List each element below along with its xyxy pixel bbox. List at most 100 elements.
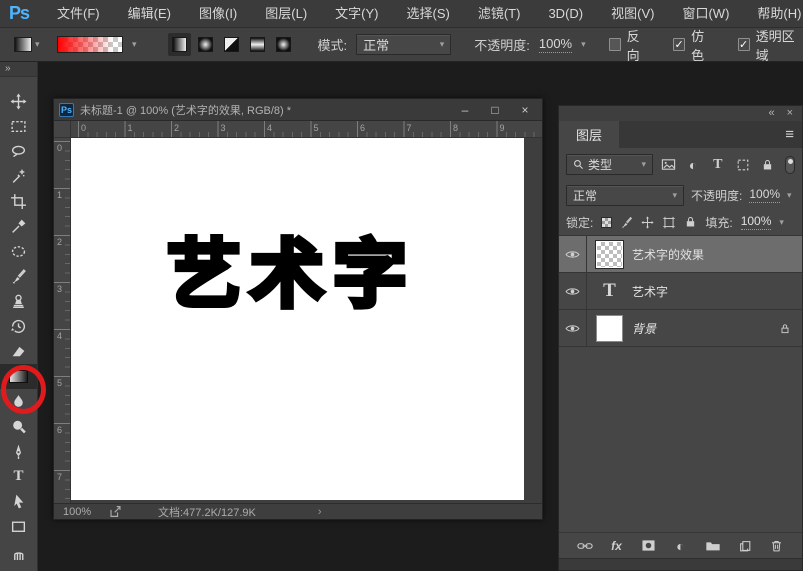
close-button[interactable]: ×: [513, 100, 537, 120]
spot-healing-brush-tool[interactable]: [0, 239, 37, 264]
delete-layer-icon[interactable]: [768, 537, 786, 555]
layers-empty-area[interactable]: [559, 347, 802, 532]
menu-item[interactable]: 视图(V): [597, 0, 668, 27]
opacity-value[interactable]: 100%: [539, 36, 572, 53]
document-title-bar[interactable]: Ps 未标题-1 @ 100% (艺术字的效果, RGB/8) * – □ ×: [54, 99, 542, 121]
rectangle-tool[interactable]: [0, 514, 37, 539]
blur-tool[interactable]: [0, 389, 37, 414]
menu-item[interactable]: 图像(I): [185, 0, 251, 27]
brush-tool[interactable]: [0, 264, 37, 289]
hand-tool[interactable]: [0, 539, 37, 564]
reverse-checkbox[interactable]: ✓: [609, 38, 621, 51]
filter-type-layers-icon[interactable]: T: [708, 155, 727, 175]
layer-thumbnail-type[interactable]: T: [596, 278, 623, 305]
menu-item[interactable]: 滤镜(T): [464, 0, 535, 27]
filter-smart-object-icon[interactable]: [758, 155, 777, 175]
filter-toggle-switch[interactable]: [785, 156, 795, 174]
new-group-icon[interactable]: [704, 537, 722, 555]
menu-item[interactable]: 文件(F): [43, 0, 114, 27]
layer-row-background[interactable]: 背景: [559, 310, 802, 347]
magic-wand-tool[interactable]: [0, 164, 37, 189]
new-layer-icon[interactable]: [736, 537, 754, 555]
diamond-gradient-button[interactable]: [272, 33, 295, 56]
chevron-down-icon[interactable]: ▾: [581, 40, 586, 49]
menu-item[interactable]: 图层(L): [251, 0, 321, 27]
layer-name[interactable]: 艺术字: [632, 283, 668, 300]
adjustment-layer-icon[interactable]: ◐: [672, 537, 690, 555]
chevron-down-icon[interactable]: ▾: [787, 191, 792, 200]
eraser-tool[interactable]: [0, 339, 37, 364]
gradient-preview[interactable]: [57, 36, 123, 53]
maximize-button[interactable]: □: [483, 100, 507, 120]
move-tool[interactable]: [0, 89, 37, 114]
lock-artboard-icon[interactable]: [662, 216, 676, 229]
horizontal-ruler[interactable]: 0123456789: [71, 121, 542, 138]
visibility-toggle[interactable]: [559, 273, 587, 309]
panel-close-icon[interactable]: ×: [787, 108, 793, 119]
blend-mode-select[interactable]: 正常 ▾: [356, 34, 451, 55]
layer-blend-mode-select[interactable]: 正常 ▾: [566, 185, 684, 206]
filter-pixel-layers-icon[interactable]: [659, 155, 678, 175]
visibility-toggle[interactable]: [559, 236, 587, 272]
lock-pixels-icon[interactable]: [620, 216, 633, 229]
ruler-origin-corner[interactable]: [54, 121, 71, 138]
angle-gradient-button[interactable]: [220, 33, 243, 56]
chevron-down-icon[interactable]: ▾: [779, 218, 784, 227]
fill-value[interactable]: 100%: [741, 214, 772, 230]
lock-all-icon[interactable]: [684, 215, 697, 229]
tab-layers[interactable]: 图层: [559, 121, 619, 148]
status-expand-arrow[interactable]: ›: [318, 506, 322, 518]
layer-name[interactable]: 背景: [632, 320, 656, 337]
rectangle-icon: [10, 518, 27, 535]
eyedropper-tool[interactable]: [0, 214, 37, 239]
layer-opacity-value[interactable]: 100%: [749, 187, 780, 203]
pen-tool[interactable]: [0, 439, 37, 464]
visibility-toggle[interactable]: [559, 310, 587, 346]
dodge-tool[interactable]: [0, 414, 37, 439]
radial-gradient-button[interactable]: [194, 33, 217, 56]
link-layers-icon[interactable]: [576, 537, 594, 555]
layer-row-art-effect[interactable]: 艺术字的效果: [559, 236, 802, 273]
toolbar-collapse-button[interactable]: »: [0, 62, 37, 77]
panel-menu-icon[interactable]: ≡: [785, 121, 802, 148]
clone-stamp-tool[interactable]: [0, 289, 37, 314]
export-icon[interactable]: [109, 505, 122, 518]
gradient-tool[interactable]: [0, 364, 37, 389]
layer-thumbnail[interactable]: [596, 241, 623, 268]
path-selection-tool[interactable]: [0, 489, 37, 514]
crop-tool[interactable]: [0, 189, 37, 214]
filter-adjustment-layers-icon[interactable]: ◐: [684, 155, 703, 175]
linear-gradient-button[interactable]: [168, 33, 191, 56]
layer-thumbnail[interactable]: [596, 315, 623, 342]
menu-item[interactable]: 3D(D): [534, 0, 597, 27]
menu-item[interactable]: 选择(S): [393, 0, 464, 27]
lasso-tool[interactable]: [0, 139, 37, 164]
lock-transparency-icon[interactable]: [601, 217, 612, 228]
layer-row-text[interactable]: T 艺术字: [559, 273, 802, 310]
transparency-checkbox[interactable]: ✓: [738, 38, 750, 51]
layer-style-icon[interactable]: fx: [608, 537, 626, 555]
panel-collapse-icon[interactable]: «: [768, 108, 774, 119]
type-tool[interactable]: T: [0, 464, 37, 489]
dither-checkbox[interactable]: ✓: [673, 38, 685, 51]
layer-name[interactable]: 艺术字的效果: [632, 246, 704, 263]
history-brush-tool[interactable]: [0, 314, 37, 339]
tool-preset-picker[interactable]: ▾: [14, 37, 40, 52]
menu-item[interactable]: 文字(Y): [321, 0, 392, 27]
chevron-down-icon: ▾: [35, 40, 40, 49]
vertical-ruler[interactable]: 01234567: [54, 138, 71, 503]
canvas[interactable]: 艺术字: [71, 138, 524, 500]
zoom-level[interactable]: 100%: [63, 506, 97, 518]
minimize-button[interactable]: –: [453, 100, 477, 120]
lock-position-icon[interactable]: [641, 216, 654, 229]
rectangular-marquee-tool[interactable]: [0, 114, 37, 139]
layer-mask-icon[interactable]: [640, 537, 658, 555]
menu-item[interactable]: 编辑(E): [114, 0, 185, 27]
chevron-down-icon[interactable]: ▾: [132, 40, 137, 49]
document-size-info[interactable]: 文档:477.2K/127.9K: [158, 504, 256, 520]
filter-shape-layers-icon[interactable]: [733, 155, 752, 175]
menu-item[interactable]: 窗口(W): [668, 0, 743, 27]
reflected-gradient-button[interactable]: [246, 33, 269, 56]
filter-type-select[interactable]: 类型 ▾: [566, 154, 653, 175]
menu-item[interactable]: 帮助(H): [743, 0, 803, 27]
